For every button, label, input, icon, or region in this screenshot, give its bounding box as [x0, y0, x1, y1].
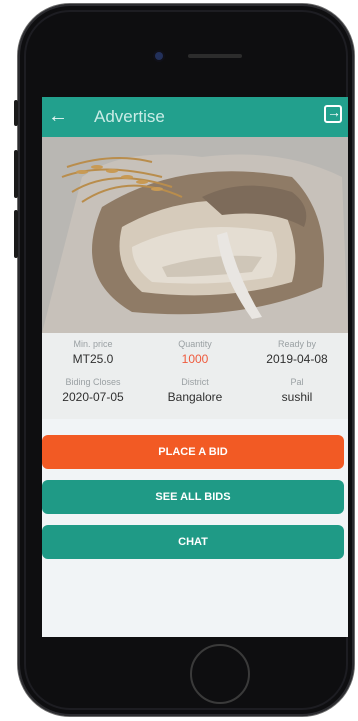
see-all-bids-button[interactable]: SEE ALL BIDS — [42, 480, 344, 514]
mute-switch — [14, 100, 18, 126]
seller-label: Pal — [290, 377, 304, 387]
min-price-value: MT25.0 — [72, 352, 114, 366]
biding-closes-value: 2020-07-05 — [62, 390, 124, 404]
quantity-label: Quantity — [178, 339, 212, 349]
min-price: Min. price MT25.0 — [42, 339, 144, 366]
ready-by: Ready by 2019-04-08 — [246, 339, 348, 366]
district-value: Bangalore — [167, 390, 223, 404]
district: District Bangalore — [144, 377, 246, 404]
product-details: Min. price MT25.0 Quantity 1000 Ready by… — [42, 333, 348, 419]
quantity-value: 1000 — [181, 352, 209, 366]
min-price-label: Min. price — [73, 339, 113, 349]
app-bar: ← Advertise — [42, 97, 348, 137]
ready-by-value: 2019-04-08 — [266, 352, 328, 366]
front-camera — [155, 52, 163, 60]
earpiece-speaker — [188, 54, 242, 58]
quantity: Quantity 1000 — [144, 339, 246, 366]
biding-closes: Biding Closes 2020-07-05 — [42, 377, 144, 404]
app-screen: ← Advertise → Min. price MT25.0 Quantity… — [42, 97, 348, 637]
page-title: Advertise — [94, 107, 165, 126]
grain-sack-illustration — [42, 137, 348, 333]
place-bid-button[interactable]: PLACE A BID — [42, 435, 344, 469]
chat-button[interactable]: CHAT — [42, 525, 344, 559]
home-button[interactable] — [190, 644, 250, 704]
biding-closes-label: Biding Closes — [65, 377, 121, 387]
ready-by-label: Ready by — [277, 339, 317, 349]
logout-icon[interactable] — [324, 104, 342, 123]
back-arrow-icon[interactable]: ← — [48, 105, 68, 127]
product-photo — [42, 137, 348, 333]
volume-down-button — [14, 210, 18, 258]
district-label: District — [181, 377, 209, 387]
volume-up-button — [14, 150, 18, 198]
seller-value: sushil — [281, 390, 313, 404]
seller: Pal sushil — [246, 377, 348, 404]
